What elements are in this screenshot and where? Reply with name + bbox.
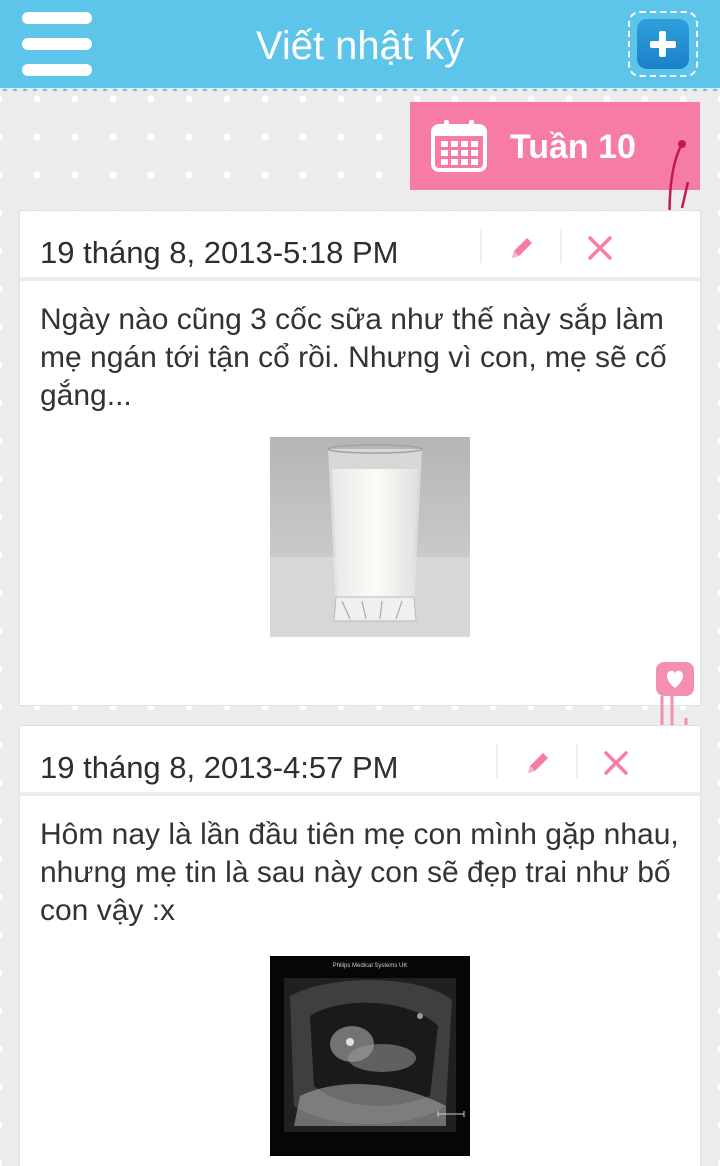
ultrasound-scan-photo[interactable]: Philips Medical Systems UK	[270, 956, 470, 1156]
entry-header: 19 tháng 8, 2013-5:18 PM	[20, 211, 700, 281]
entry-text: Hôm nay là lần đầu tiên mẹ con mình gặp …	[40, 818, 679, 927]
divider	[576, 744, 578, 778]
week-selector[interactable]: Tuần 10	[410, 102, 700, 190]
app-header: Viết nhật ký	[0, 0, 720, 91]
add-entry-button[interactable]	[628, 11, 698, 77]
divider	[496, 744, 498, 778]
glass-of-milk-photo[interactable]	[270, 437, 470, 637]
close-icon[interactable]	[601, 748, 631, 778]
entry-text: Ngày nào cũng 3 cốc sữa như thế này sắp …	[40, 303, 667, 412]
calendar-icon	[431, 120, 487, 172]
diary-entry-card: 19 tháng 8, 2013-4:57 PM Hôm nay là lần …	[20, 726, 700, 1166]
entry-body: Hôm nay là lần đầu tiên mẹ con mình gặp …	[20, 796, 700, 1156]
scan-caption: Philips Medical Systems UK	[333, 963, 408, 969]
entry-body: Ngày nào cũng 3 cốc sữa như thế này sắp …	[20, 281, 700, 637]
pencil-icon[interactable]	[523, 748, 553, 778]
pencil-icon[interactable]	[507, 233, 537, 263]
entry-date: 19 tháng 8, 2013-5:18 PM	[40, 235, 399, 270]
week-label: Tuần 10	[510, 128, 636, 166]
close-icon[interactable]	[585, 233, 615, 263]
entry-date: 19 tháng 8, 2013-4:57 PM	[40, 750, 399, 785]
divider	[560, 229, 562, 263]
plus-icon	[637, 19, 689, 69]
page-title: Viết nhật ký	[255, 24, 465, 68]
menu-button[interactable]	[18, 10, 96, 78]
entry-header: 19 tháng 8, 2013-4:57 PM	[20, 726, 700, 796]
diary-entry-card: 19 tháng 8, 2013-5:18 PM Ngày nào cũng 3…	[20, 211, 700, 705]
divider	[480, 229, 482, 263]
